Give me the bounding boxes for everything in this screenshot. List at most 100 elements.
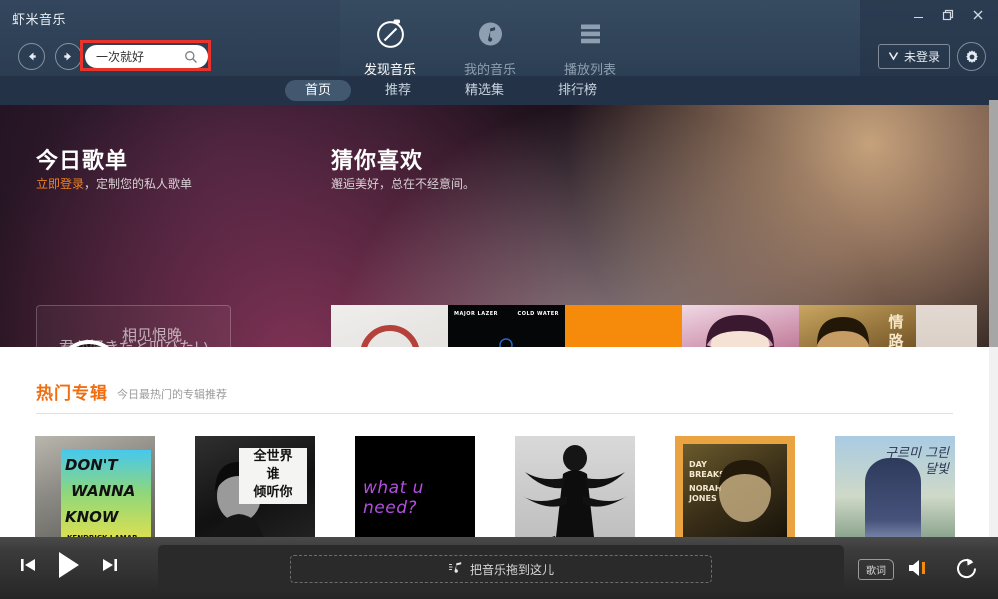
volume-button[interactable] xyxy=(906,558,930,578)
album-script-text: what u need? xyxy=(363,478,424,518)
album-art-inner: DON'T WANNA KNOW KENDRICK LAMAR xyxy=(61,450,151,546)
compass-icon xyxy=(375,18,406,53)
cover-partial[interactable] xyxy=(916,305,977,347)
album-line-1: DON'T xyxy=(65,456,118,474)
nav-item-discover[interactable]: 发现音乐 xyxy=(340,8,440,83)
album-title-box: 全世界 谁 倾听你 xyxy=(239,448,307,504)
window-controls xyxy=(904,4,992,26)
login-label: 未登录 xyxy=(903,50,940,64)
album-art-what-u-need: what u need? xyxy=(355,436,475,546)
play-icon xyxy=(59,552,79,578)
navigation-arrows xyxy=(18,43,82,70)
section-header: 热门专辑 今日最热门的专辑推荐 xyxy=(36,379,227,404)
forward-button[interactable] xyxy=(55,43,82,70)
sub-tabs: 首页 推荐 精选集 排行榜 xyxy=(0,76,998,105)
maximize-button[interactable] xyxy=(934,4,962,26)
play-button[interactable] xyxy=(56,550,82,580)
main-navigation: 发现音乐 我的音乐 播放列表 xyxy=(340,8,670,83)
today-playlist-title: 今日歌单 xyxy=(36,149,129,174)
nav-item-my-music[interactable]: 我的音乐 xyxy=(440,8,540,78)
album-card[interactable] xyxy=(515,436,635,546)
album-korean-title: 구르미 그린 달빛 xyxy=(885,446,949,478)
album-art-moonlight: 구르미 그린 달빛 xyxy=(835,436,955,546)
search-highlight-box xyxy=(80,40,211,71)
next-track-button[interactable] xyxy=(100,555,120,575)
album-line-1: 全世界 xyxy=(253,449,293,464)
page-scrollbar[interactable] xyxy=(989,76,998,537)
tab-collections[interactable]: 精选集 xyxy=(445,80,524,101)
cover-female-singer[interactable] xyxy=(682,305,799,347)
album-card[interactable]: what u need? xyxy=(355,436,475,546)
album-line-2: 谁 xyxy=(266,467,280,482)
lyrics-button[interactable]: 歌词 xyxy=(858,559,894,580)
lyrics-label: 歌词 xyxy=(866,566,886,577)
player-bar: 把音乐拖到这儿 歌词 xyxy=(0,537,998,599)
search-box[interactable] xyxy=(85,45,208,68)
repeat-button[interactable] xyxy=(955,557,979,584)
album-line-2: WANNA xyxy=(71,482,136,500)
gear-icon xyxy=(965,49,978,63)
female-portrait-graphic xyxy=(705,315,775,347)
volume-icon xyxy=(909,560,925,576)
album-art-day-breaks: DAY BREAKS NORAH JONES xyxy=(675,436,795,546)
tab-recommend[interactable]: 推荐 xyxy=(365,80,431,101)
album-line-3: KNOW xyxy=(65,508,119,526)
title-bar: 虾米音乐 一次就好 发现音乐 我的音乐 播放列表 未登录 xyxy=(0,0,998,83)
tab-charts[interactable]: 排行榜 xyxy=(538,80,617,101)
search-icon[interactable] xyxy=(184,49,198,68)
previous-track-icon xyxy=(21,559,35,571)
nav-item-playlist[interactable]: 播放列表 xyxy=(540,8,640,78)
settings-button[interactable] xyxy=(957,42,986,71)
scrollbar-thumb[interactable] xyxy=(989,100,998,347)
cover-headphones[interactable] xyxy=(331,305,448,347)
music-notes-icon xyxy=(448,561,464,577)
today-playlist-subtitle-rest: ，定制您的私人歌单 xyxy=(84,177,193,191)
next-track-icon xyxy=(103,559,117,571)
today-playlist-card[interactable]: ありが 君が好きだと叫びたい 相见恨晚 漫步人生路 Poker Face □□□… xyxy=(36,305,231,347)
back-button[interactable] xyxy=(18,43,45,70)
playlist-lines-icon xyxy=(575,18,606,53)
album-card[interactable]: 구르미 그린 달빛 xyxy=(835,436,955,546)
xiami-v-icon xyxy=(888,50,899,64)
guess-you-like-subtitle: 邂逅美好，总在不经意间。 xyxy=(331,177,476,191)
album-card[interactable]: 全世界 谁 倾听你 xyxy=(195,436,315,546)
album-line-1: 구르미 그린 xyxy=(885,446,949,461)
login-button[interactable]: 未登录 xyxy=(877,44,950,69)
album-grid: DON'T WANNA KNOW KENDRICK LAMAR 全世界 xyxy=(35,436,955,546)
hot-album-panel[interactable]: 本日的热门专辑 xyxy=(565,305,682,347)
section-title: 热门专辑 xyxy=(36,384,108,404)
xiami-music-window: 虾米音乐 一次就好 发现音乐 我的音乐 播放列表 未登录 首页 推荐 精选集 排… xyxy=(0,0,998,599)
album-card[interactable]: DON'T WANNA KNOW KENDRICK LAMAR xyxy=(35,436,155,546)
previous-track-button[interactable] xyxy=(18,555,38,575)
section-divider xyxy=(36,413,953,414)
now-playing-panel: 把音乐拖到这儿 xyxy=(158,545,844,591)
login-now-link[interactable]: 立即登录 xyxy=(36,177,84,191)
repeat-icon xyxy=(957,558,977,578)
norah-portrait-graphic xyxy=(719,460,771,522)
hero-banner: 今日歌单 立即登录，定制您的私人歌单 ありが 君が好きだと叫びたい 相见恨晚 漫… xyxy=(0,105,989,347)
ghost-song-2: 相见恨晚 xyxy=(122,326,183,344)
back-arrow-icon xyxy=(29,52,36,61)
playback-controls xyxy=(18,550,120,580)
music-dropzone[interactable]: 把音乐拖到这儿 xyxy=(290,555,712,583)
minimize-button[interactable] xyxy=(904,4,932,26)
water-ripple-graphic xyxy=(499,338,513,347)
cover-cold-water[interactable]: MAJOR LAZER COLD WATER Cold Water Major … xyxy=(448,305,565,347)
tab-home[interactable]: 首页 xyxy=(285,80,352,101)
search-input[interactable] xyxy=(94,48,186,65)
music-note-circle-icon xyxy=(475,18,506,53)
album-art-black-dress xyxy=(515,436,635,546)
album-art-quanshijie: 全世界 谁 倾听你 xyxy=(195,436,315,546)
album-card[interactable]: DAY BREAKS NORAH JONES xyxy=(675,436,795,546)
album-art-dont-wanna-know: DON'T WANNA KNOW KENDRICK LAMAR xyxy=(35,436,155,546)
dropzone-label: 把音乐拖到这儿 xyxy=(469,562,554,577)
cover-title-qinglu-wuhui: 情路无悔 xyxy=(888,313,904,347)
recommended-covers-row: MAJOR LAZER COLD WATER Cold Water Major … xyxy=(331,305,977,347)
today-playlist-subtitle: 立即登录，定制您的私人歌单 xyxy=(36,175,192,192)
scrollbar-track-top xyxy=(989,76,998,100)
album-line-2: 달빛 xyxy=(925,462,949,477)
black-dress-graphic xyxy=(523,445,627,546)
cover-qinglu-wuhui[interactable]: 情路无悔 xyxy=(799,305,916,347)
hot-albums-section: 热门专辑 今日最热门的专辑推荐 DON'T WANNA KNOW KENDRIC… xyxy=(0,347,989,546)
close-button[interactable] xyxy=(964,4,992,26)
